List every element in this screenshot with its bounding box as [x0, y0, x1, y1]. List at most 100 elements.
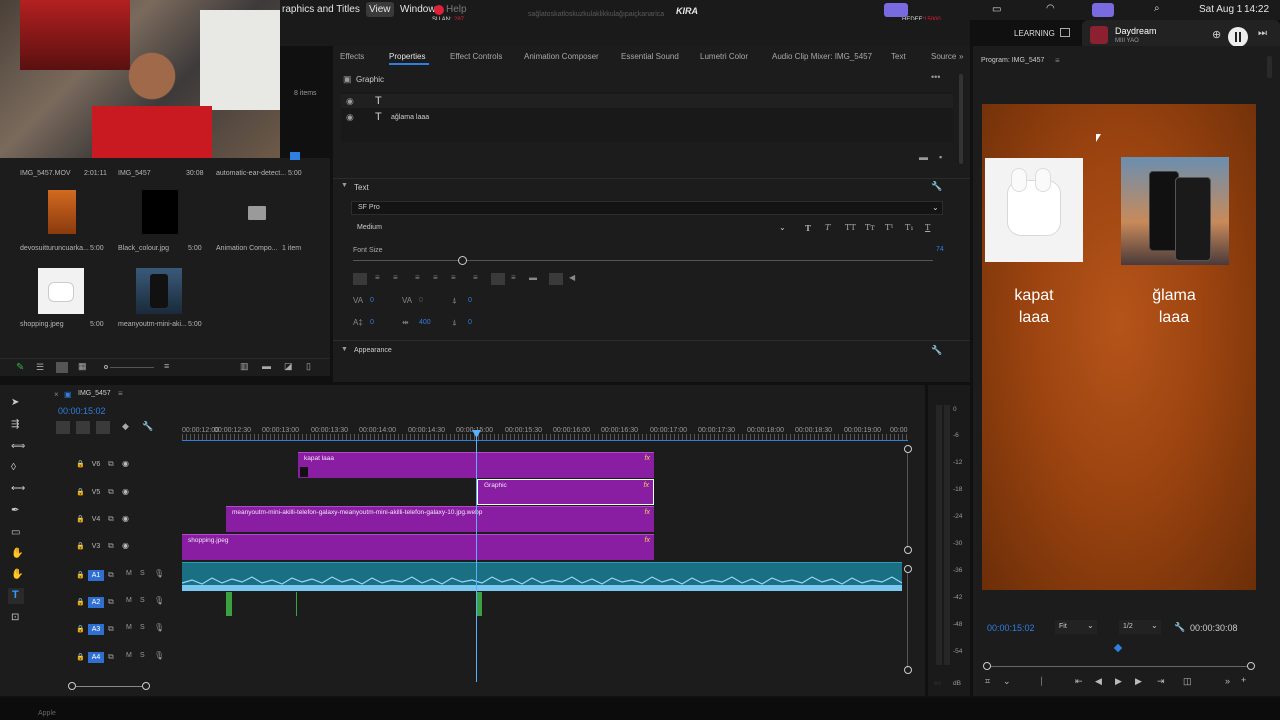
razor-tool-icon[interactable]: ◊ — [11, 462, 16, 473]
vscroll-handle[interactable] — [904, 445, 912, 453]
scrollbar[interactable] — [959, 74, 963, 164]
scrollbar[interactable] — [1267, 56, 1272, 78]
eye-icon[interactable]: ◉ — [122, 541, 129, 550]
go-to-out-icon[interactable]: ⇥ — [1157, 676, 1165, 687]
layer-row[interactable]: ◉ T — [341, 94, 953, 108]
font-family-select[interactable]: SF Pro ⌄ — [351, 201, 943, 215]
font-size-slider[interactable] — [353, 260, 933, 261]
more-options-icon[interactable]: ••• — [931, 72, 940, 82]
wrench-icon[interactable]: 🔧 — [931, 181, 942, 192]
clip-thumbnail[interactable] — [142, 190, 178, 234]
new-item-icon[interactable]: ◪ — [284, 361, 293, 372]
list-view-icon[interactable]: ☰ — [36, 362, 44, 373]
lock-icon[interactable]: 🔒 — [76, 488, 85, 496]
justify-center-button[interactable]: ≡ — [433, 273, 438, 282]
next-track-icon[interactable]: ⏭ — [1258, 28, 1267, 39]
chevron-down-icon[interactable]: ▼ — [341, 182, 348, 189]
add-button-icon[interactable]: + — [1241, 675, 1246, 685]
play-button[interactable]: ▶ — [1115, 676, 1122, 687]
lock-icon[interactable]: 🔒 — [76, 571, 85, 579]
export-frame-icon[interactable]: ◫ — [1183, 676, 1192, 687]
go-to-in-icon[interactable]: ⇤ — [1075, 676, 1083, 687]
playhead-marker[interactable] — [1113, 643, 1123, 653]
justify-right-button[interactable]: ≡ — [451, 273, 456, 282]
sync-lock-icon[interactable]: ⧉ — [108, 597, 114, 607]
small-caps-button[interactable]: Tт — [865, 223, 875, 232]
microphone-icon[interactable]: 🎙 — [154, 651, 164, 660]
step-back-icon[interactable]: ◀ — [1095, 676, 1102, 687]
track-name[interactable]: A1 — [88, 570, 104, 581]
clip-name[interactable]: Animation Compo... — [216, 245, 277, 252]
automate-icon[interactable]: ▥ — [240, 361, 249, 372]
bold-button[interactable]: T — [805, 223, 811, 233]
vscroll-handle[interactable] — [904, 565, 912, 573]
mute-button[interactable]: M — [126, 624, 132, 631]
panel-menu-icon[interactable]: ≡ — [118, 389, 123, 398]
lock-icon[interactable]: 🔒 — [76, 625, 85, 633]
kerning-value[interactable]: 0 — [419, 297, 423, 304]
hand-tool-icon[interactable]: ✋ — [11, 548, 23, 559]
eye-icon[interactable]: ◉ — [346, 96, 354, 107]
microphone-icon[interactable]: 🎙 — [154, 569, 164, 578]
window-toggle-icon[interactable] — [1060, 28, 1070, 37]
chevron-down-icon[interactable]: ▼ — [341, 346, 348, 353]
italic-button[interactable]: T — [825, 223, 830, 232]
sync-lock-icon[interactable]: ⧉ — [108, 459, 114, 469]
linked-selection-icon[interactable] — [96, 421, 110, 434]
hscroll-handle[interactable] — [142, 682, 150, 690]
tab-lumetri-color[interactable]: Lumetri Color — [700, 52, 748, 61]
pencil-icon[interactable]: ✎ — [16, 362, 24, 373]
clip-name[interactable]: devosuitturuncuarka... — [20, 245, 89, 252]
tab-essential-sound[interactable]: Essential Sound — [621, 52, 679, 61]
clip-thumbnail[interactable] — [48, 190, 76, 234]
tab-animation-composer[interactable]: Animation Composer — [524, 52, 599, 61]
sync-lock-icon[interactable]: ⧉ — [108, 514, 114, 524]
clip-name[interactable]: IMG_5457.MOV — [20, 170, 71, 177]
screen-record-icon[interactable] — [884, 3, 908, 17]
freeform-view-icon[interactable]: ▦ — [78, 361, 87, 372]
solo-button[interactable]: S — [140, 570, 145, 577]
ltr-button[interactable] — [549, 273, 563, 285]
leading-value[interactable]: 0 — [370, 319, 374, 326]
hand-tool-icon[interactable]: ✋ — [11, 569, 23, 580]
all-caps-button[interactable]: TT — [845, 223, 856, 232]
clip-name[interactable]: meanyoutm-mini-aki... — [118, 321, 187, 328]
sync-lock-icon[interactable]: ⧉ — [108, 652, 114, 662]
justify-all-button[interactable]: ≡ — [473, 273, 478, 282]
superscript-button[interactable]: T¹ — [885, 223, 894, 232]
lock-icon[interactable]: 🔒 — [76, 542, 85, 550]
folder-icon[interactable]: ▭ — [992, 4, 1001, 15]
timeline-timecode[interactable]: 00:00:15:02 — [58, 406, 106, 416]
clip-name[interactable]: automatic-ear-detect... — [216, 170, 286, 177]
new-bin-icon[interactable]: ▬ — [262, 361, 271, 371]
close-icon[interactable]: × — [54, 390, 59, 399]
search-icon[interactable]: ⌕ — [1154, 3, 1160, 14]
more-tabs-icon[interactable]: » — [959, 52, 963, 61]
sync-lock-icon[interactable]: ⧉ — [108, 570, 114, 580]
vscroll-handle[interactable] — [904, 666, 912, 674]
tab-source[interactable]: Source — [931, 52, 956, 61]
menubar-date[interactable]: Sat Aug 1 — [1199, 4, 1242, 15]
microphone-icon[interactable]: 🎙 — [154, 596, 164, 605]
track-name[interactable]: V6 — [88, 459, 104, 470]
eye-icon[interactable]: ◉ — [122, 487, 129, 496]
nest-toggle-icon[interactable] — [56, 421, 70, 434]
lock-icon[interactable]: 🔒 — [76, 460, 85, 468]
type-tool-button[interactable]: T — [8, 588, 24, 604]
track-name[interactable]: A3 — [88, 624, 104, 635]
align-right-button[interactable]: ≡ — [393, 273, 398, 282]
work-area-bar[interactable] — [182, 440, 908, 441]
tab-effect-controls[interactable]: Effect Controls — [450, 52, 502, 61]
mute-button[interactable]: M — [126, 570, 132, 577]
slip-tool-icon[interactable]: ⟷ — [11, 483, 25, 494]
clip-v4[interactable]: meanyoutm-mini-akilli-telefon-galaxy-mea… — [226, 506, 654, 532]
underline-button[interactable]: T — [925, 223, 930, 232]
audio-clip-a1[interactable] — [182, 562, 902, 591]
settings-wrench-icon[interactable]: 🔧 — [142, 421, 153, 432]
vscroll-track[interactable] — [907, 453, 908, 548]
middle-align-button[interactable]: ≡ — [511, 273, 516, 282]
resolution-select[interactable]: 1/2 ⌄ — [1119, 620, 1161, 634]
menu-graphics-and-titles[interactable]: raphics and Titles — [282, 4, 360, 15]
sync-lock-icon[interactable]: ⧉ — [108, 541, 114, 551]
add-marker-icon[interactable]: ◆ — [122, 421, 129, 432]
